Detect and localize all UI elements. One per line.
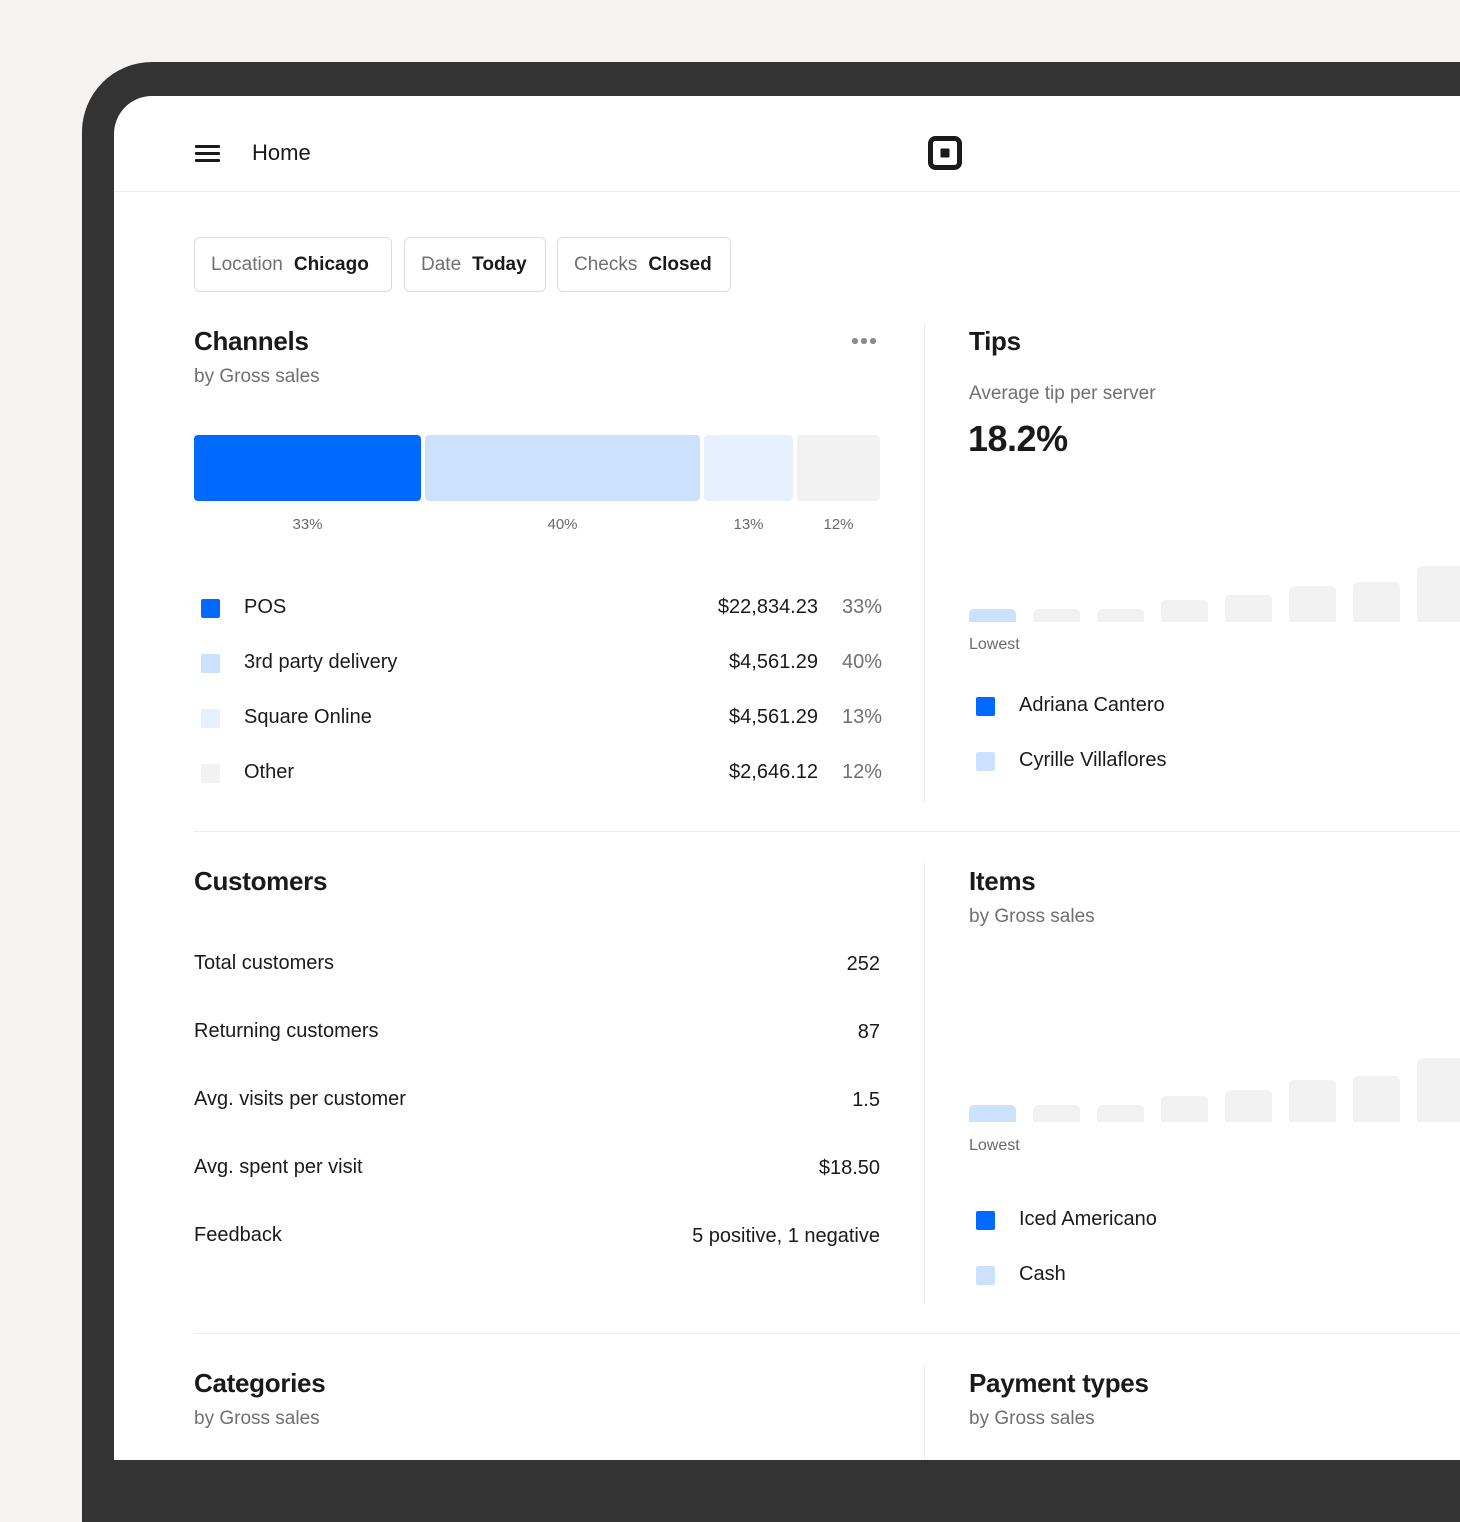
items-bar[interactable] [1161,1096,1208,1122]
channel-row-percent: 12% [841,761,882,783]
tips-bar[interactable] [969,609,1016,622]
tips-bar[interactable] [1097,609,1144,622]
channel-row-amount: $4,561.29 [729,706,818,728]
customers-label-feedback: Feedback [194,1224,282,1246]
items-bar[interactable] [1097,1105,1144,1122]
filter-location-key: Location [211,253,283,275]
customers-value-avg-spent: $18.50 [818,1157,880,1179]
filter-location[interactable]: Location Chicago [194,237,392,292]
items-bar[interactable] [1033,1105,1080,1122]
items-legend-label-2: Cash [1019,1263,1066,1285]
tips-bar[interactable] [1033,609,1080,622]
filter-date-key: Date [421,253,462,275]
customers-label-avg-spent: Avg. spent per visit [194,1156,363,1178]
tips-bar[interactable] [1225,595,1272,622]
channel-bar-label: 13% [733,516,764,533]
channel-bar-segment[interactable] [797,435,880,501]
tips-value: 18.2% [968,418,1068,459]
channel-row-label: Other [244,761,295,783]
divider-horizontal-2 [194,1333,1460,1334]
customers-value-returning: 87 [857,1021,880,1043]
tips-title: Tips [969,326,1021,356]
channel-row-amount: $2,646.12 [729,761,818,783]
customers-value-total: 252 [846,953,880,975]
channel-row-percent: 33% [841,596,882,618]
page-title: Home [252,140,311,165]
app-screen: Home Location Chicago Date Today Checks … [114,96,1460,1460]
filter-checks-key: Checks [574,253,638,275]
channels-title: Channels [194,326,309,356]
divider-vertical-2 [924,863,925,1303]
channel-row-label: 3rd party delivery [244,651,398,673]
items-axis-note: Lowest [969,1137,1020,1154]
more-options-icon[interactable] [852,336,878,346]
hamburger-icon[interactable] [194,143,222,163]
customers-label-returning: Returning customers [194,1020,379,1042]
channel-legend-swatch [201,599,220,618]
divider-vertical-1 [924,323,925,803]
items-bar[interactable] [1417,1058,1460,1122]
items-subtitle: by Gross sales [969,906,1095,927]
tips-bar[interactable] [1417,566,1460,622]
channels-subtitle: by Gross sales [194,366,320,387]
items-bar[interactable] [969,1105,1016,1122]
channel-row-label: POS [244,596,287,618]
channel-bar-segment[interactable] [704,435,793,501]
channel-bar-label: 40% [547,516,578,533]
channel-legend-swatch [201,764,220,783]
channel-bar-segment[interactable] [425,435,700,501]
customers-label-total: Total customers [194,952,335,974]
tips-legend-label-2: Cyrille Villaflores [1019,749,1167,771]
items-bar[interactable] [1289,1080,1336,1122]
tips-subtitle: Average tip per server [969,383,1156,404]
channel-row-percent: 13% [841,706,882,728]
tips-axis-note: Lowest [969,636,1020,653]
channel-bar-label: 33% [292,516,323,533]
tips-legend-label-1: Adriana Cantero [1019,694,1165,716]
categories-subtitle: by Gross sales [194,1408,320,1429]
top-bar: Home [114,96,1460,192]
channel-bar-label: 12% [823,516,854,533]
tips-legend-swatch-2 [976,752,995,771]
items-legend-swatch-1 [976,1211,995,1230]
channel-row-amount: $4,561.29 [729,651,818,673]
customers-value-feedback: 5 positive, 1 negative [692,1225,880,1247]
filter-date[interactable]: Date Today [404,237,546,292]
channel-row-label: Square Online [244,706,372,728]
items-legend-label-1: Iced Americano [1019,1208,1157,1230]
items-title: Items [969,866,1036,896]
customers-label-avg-visits: Avg. visits per customer [194,1088,406,1110]
customers-value-avg-visits: 1.5 [852,1089,880,1111]
items-bar[interactable] [1225,1090,1272,1122]
channel-row-amount: $22,834.23 [717,596,818,618]
tips-bar[interactable] [1353,582,1400,622]
items-bar[interactable] [1353,1076,1400,1122]
square-logo[interactable] [928,136,962,170]
divider-vertical-3 [924,1364,925,1460]
filter-checks-value: Closed [648,253,712,275]
tips-legend-swatch-1 [976,697,995,716]
filter-date-value: Today [472,253,527,275]
divider-horizontal-1 [194,831,1460,832]
payment-types-subtitle: by Gross sales [969,1408,1095,1429]
filter-location-value: Chicago [293,253,369,275]
channel-row-percent: 40% [841,651,882,673]
channel-bar-segment[interactable] [194,435,421,501]
channel-legend-swatch [201,654,220,673]
categories-title: Categories [194,1368,326,1398]
customers-title: Customers [194,866,328,896]
channel-legend-swatch [201,709,220,728]
tips-bar[interactable] [1289,586,1336,622]
items-legend-swatch-2 [976,1266,995,1285]
tips-bar[interactable] [1161,600,1208,622]
payment-types-title: Payment types [969,1368,1149,1398]
filter-checks[interactable]: Checks Closed [557,237,731,292]
